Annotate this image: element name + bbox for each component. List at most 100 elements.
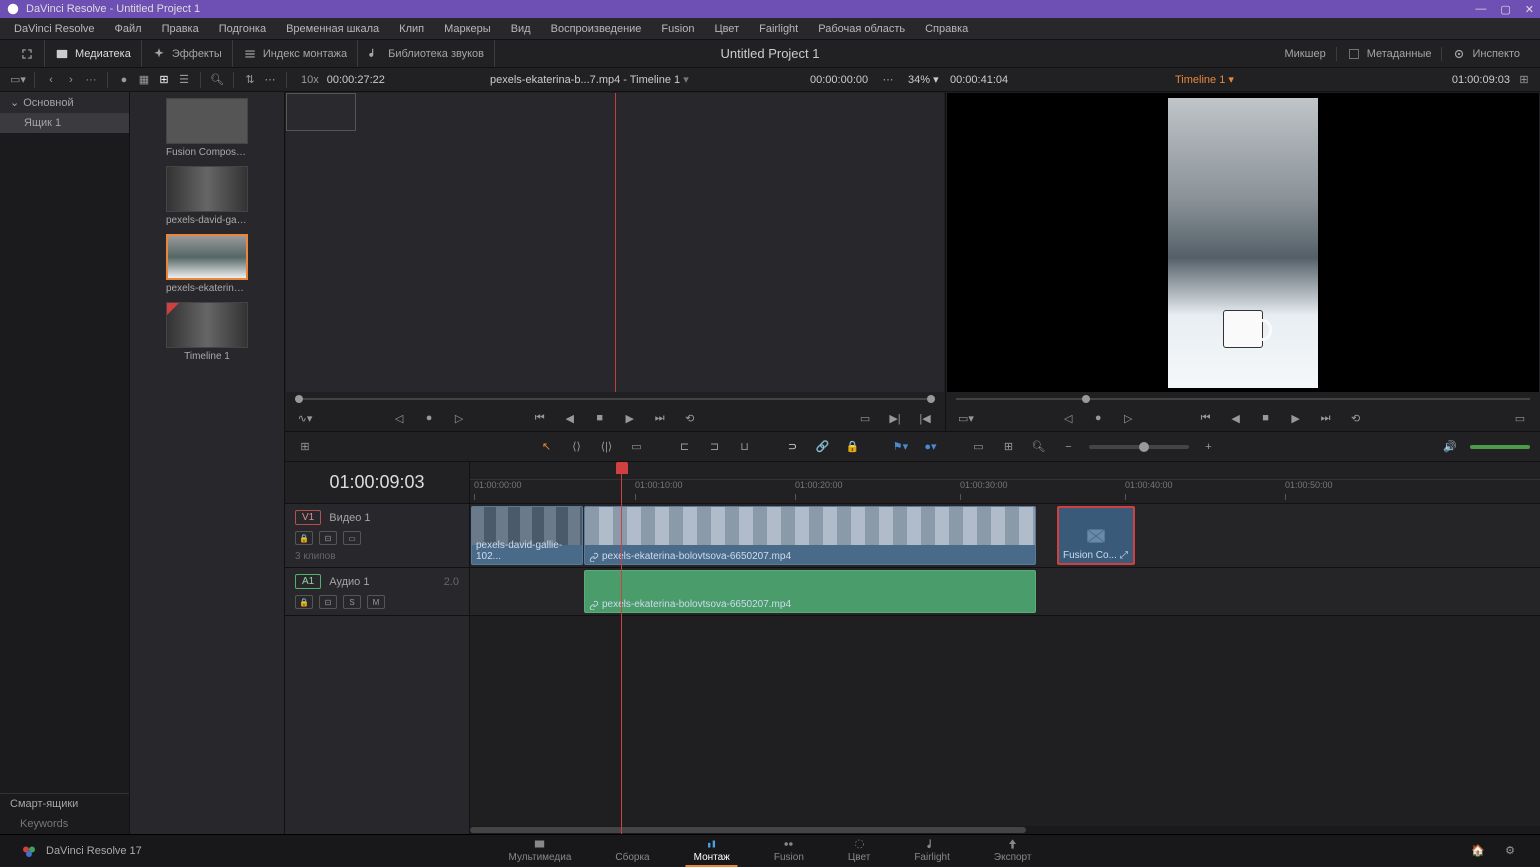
src-nav-dot[interactable]: ●: [419, 408, 439, 428]
menu-view[interactable]: Вид: [503, 21, 539, 37]
v1-auto-icon[interactable]: ⊡: [319, 531, 337, 545]
sounds-btn[interactable]: Библиотека звуков: [388, 48, 484, 60]
more-icon[interactable]: ⋯: [260, 70, 280, 90]
src-last[interactable]: ⏭: [650, 408, 670, 428]
metadata-btn[interactable]: Метаданные: [1367, 48, 1432, 60]
page-edit[interactable]: Монтаж: [686, 835, 738, 867]
menu-playback[interactable]: Воспроизведение: [543, 21, 650, 37]
clip-david-gallie[interactable]: pexels-david-gallie-102...: [471, 506, 583, 565]
prog-overlay[interactable]: ▭▾: [956, 408, 976, 428]
clip-david[interactable]: pexels-david-galli...: [136, 166, 278, 226]
settings-icon[interactable]: ⚙: [1500, 841, 1520, 861]
lock-tool[interactable]: 🔒: [843, 437, 863, 457]
effects-btn[interactable]: Эффекты: [172, 48, 222, 60]
src-first[interactable]: ⏮: [530, 408, 550, 428]
page-fusion[interactable]: Fusion: [766, 835, 812, 867]
volume-icon[interactable]: 🔊: [1440, 437, 1460, 457]
clip-ekaterina[interactable]: pexels-ekaterina-...: [136, 234, 278, 294]
menu-clip[interactable]: Клип: [391, 21, 432, 37]
src-matchframe[interactable]: ▭: [855, 408, 875, 428]
prog-prev-edit[interactable]: ◁: [1058, 408, 1078, 428]
menu-file[interactable]: Файл: [107, 21, 150, 37]
source-scrubber[interactable]: [295, 395, 935, 403]
nav-fwd[interactable]: ›: [61, 70, 81, 90]
menu-workspace[interactable]: Рабочая область: [810, 21, 913, 37]
page-deliver[interactable]: Экспорт: [986, 835, 1040, 867]
mixer-btn[interactable]: Микшер: [1285, 48, 1326, 60]
playhead-marker[interactable]: [616, 462, 628, 474]
zoom-in[interactable]: +: [1199, 437, 1219, 457]
prog-play[interactable]: ▶: [1286, 408, 1306, 428]
timeline-canvas[interactable]: 01:00:00:00 01:00:10:00 01:00:20:00 01:0…: [470, 462, 1540, 834]
volume-slider[interactable]: [1470, 445, 1530, 449]
zoom-pct[interactable]: 34% ▾: [908, 73, 939, 86]
fullscreen-icon[interactable]: [20, 47, 34, 61]
src-opts[interactable]: ⋯: [878, 70, 898, 90]
tl-view-opts[interactable]: ⊞: [295, 437, 315, 457]
marker-blue[interactable]: ●▾: [921, 437, 941, 457]
menu-timeline[interactable]: Временная шкала: [278, 21, 387, 37]
page-media[interactable]: Мультимедиа: [501, 835, 580, 867]
menu-fusion[interactable]: Fusion: [653, 21, 702, 37]
menu-resolve[interactable]: DaVinci Resolve: [6, 21, 103, 37]
a1-mute-icon[interactable]: M: [367, 595, 385, 609]
replace-clip[interactable]: ⊔: [735, 437, 755, 457]
blade-tool[interactable]: ▭: [627, 437, 647, 457]
program-scrubber[interactable]: [956, 395, 1530, 403]
src-stop[interactable]: ■: [590, 408, 610, 428]
page-fairlight[interactable]: Fairlight: [906, 835, 958, 867]
nav-more[interactable]: ···: [81, 70, 101, 90]
selection-tool[interactable]: ↖: [537, 437, 557, 457]
v1-enable-icon[interactable]: ▭: [343, 531, 361, 545]
clip-fusion[interactable]: Fusion Compositi...: [136, 98, 278, 158]
snap-tool[interactable]: ⊃: [783, 437, 803, 457]
list-view-icon[interactable]: ☰: [174, 70, 194, 90]
source-monitor[interactable]: [286, 93, 944, 392]
v1-header[interactable]: V1Видео 1 🔒⊡▭ 3 клипов: [285, 504, 469, 568]
a1-lock-icon[interactable]: 🔒: [295, 595, 313, 609]
prog-last[interactable]: ⏭: [1316, 408, 1336, 428]
clip-ekaterina-audio[interactable]: pexels-ekaterina-bolovtsova-6650207.mp4: [584, 570, 1036, 613]
trim-tool[interactable]: ⟨⟩: [567, 437, 587, 457]
a1-track[interactable]: pexels-ekaterina-bolovtsova-6650207.mp4: [470, 568, 1540, 616]
menu-color[interactable]: Цвет: [706, 21, 747, 37]
project-manager-icon[interactable]: 🏠: [1468, 841, 1488, 861]
clip-fusion-comp[interactable]: Fusion Co... ⤢: [1057, 506, 1135, 565]
src-loop[interactable]: ⟲: [680, 408, 700, 428]
playhead-line[interactable]: [621, 472, 622, 834]
page-cut[interactable]: Сборка: [607, 835, 657, 867]
window-close[interactable]: ✕: [1525, 3, 1534, 16]
smart-bins[interactable]: Смарт-ящики: [0, 794, 129, 814]
dynamic-trim[interactable]: ⟨|⟩: [597, 437, 617, 457]
tl-mode1[interactable]: ▭: [969, 437, 989, 457]
src-play[interactable]: ▶: [620, 408, 640, 428]
program-monitor[interactable]: [947, 93, 1539, 392]
prog-nav-dot[interactable]: ●: [1088, 408, 1108, 428]
menu-trim[interactable]: Подгонка: [211, 21, 274, 37]
src-in[interactable]: ▶|: [885, 408, 905, 428]
window-minimize[interactable]: —: [1475, 3, 1486, 16]
media-pool-btn[interactable]: Медиатека: [75, 48, 131, 60]
src-out[interactable]: |◀: [915, 408, 935, 428]
prog-first[interactable]: ⏮: [1196, 408, 1216, 428]
link-tool[interactable]: 🔗: [813, 437, 833, 457]
zoom-slider[interactable]: [1089, 445, 1189, 449]
src-prev-edit[interactable]: ◁: [389, 408, 409, 428]
search-icon[interactable]: 🔍︎: [207, 70, 227, 90]
sort-icon[interactable]: ⇅: [240, 70, 260, 90]
a1-header[interactable]: A1Аудио 12.0 🔒⊡SM: [285, 568, 469, 616]
keywords-bin[interactable]: Keywords: [0, 814, 129, 834]
filmstrip-icon[interactable]: ▦: [134, 70, 154, 90]
tl-search[interactable]: 🔍︎: [1029, 437, 1049, 457]
bin-item[interactable]: Ящик 1: [0, 113, 129, 133]
tl-mode2[interactable]: ⊞: [999, 437, 1019, 457]
v1-lock-icon[interactable]: 🔒: [295, 531, 313, 545]
src-waveform-icon[interactable]: ∿▾: [295, 408, 315, 428]
prog-loop[interactable]: ⟲: [1346, 408, 1366, 428]
menu-markers[interactable]: Маркеры: [436, 21, 499, 37]
tl-opts[interactable]: ⊞: [1514, 70, 1534, 90]
page-color[interactable]: Цвет: [840, 835, 878, 867]
timeline-name[interactable]: Timeline 1 ▾: [1175, 73, 1234, 86]
master-bin[interactable]: ⌄Основной: [0, 92, 129, 113]
insert-clip[interactable]: ⊏: [675, 437, 695, 457]
